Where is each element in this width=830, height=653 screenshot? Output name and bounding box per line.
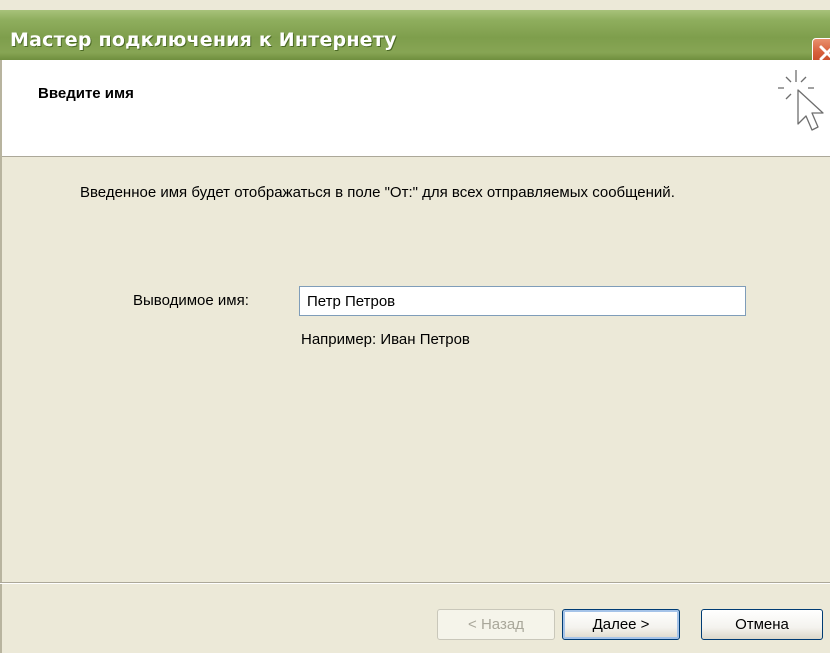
window-title: Мастер подключения к Интернету	[10, 29, 397, 51]
display-name-input[interactable]	[299, 286, 746, 316]
wizard-header: Введите имя	[0, 60, 830, 157]
footer-separator	[0, 582, 830, 584]
title-bar[interactable]: Мастер подключения к Интернету	[0, 10, 830, 68]
next-button[interactable]: Далее >	[562, 609, 680, 640]
back-button[interactable]: < Назад	[437, 609, 555, 640]
wizard-window: Мастер подключения к Интернету Введите и…	[0, 0, 830, 653]
cancel-button[interactable]: Отмена	[701, 609, 823, 640]
wizard-cursor-icon	[778, 70, 824, 131]
example-hint: Например: Иван Петров	[301, 331, 470, 348]
display-name-label: Выводимое имя:	[133, 292, 249, 309]
window-left-border	[0, 60, 2, 653]
description-text: Введенное имя будет отображаться в поле …	[80, 184, 675, 201]
page-title: Введите имя	[38, 85, 134, 102]
